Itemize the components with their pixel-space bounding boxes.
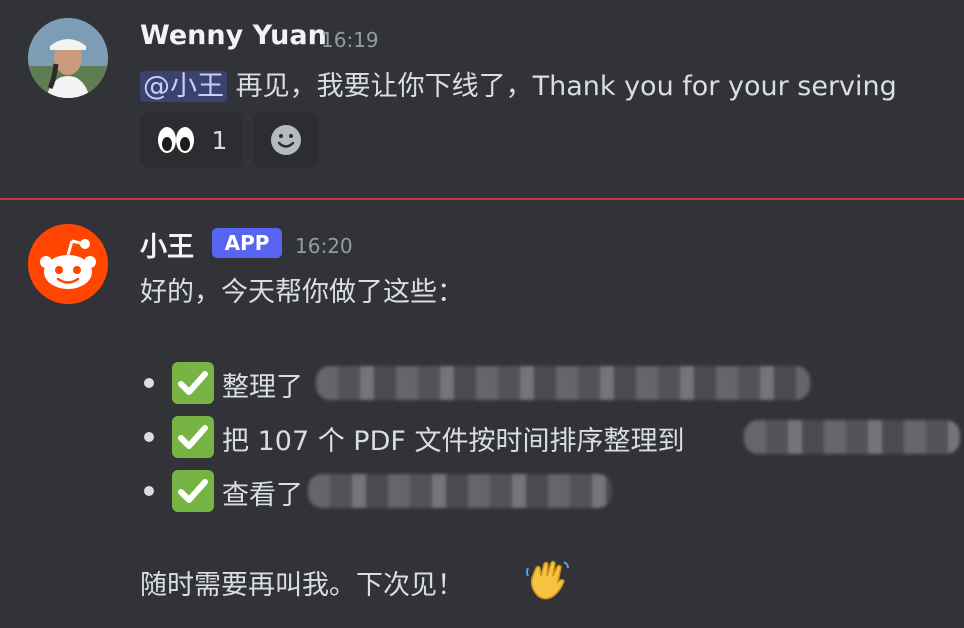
list-item: 查看了: [140, 470, 620, 512]
reaction-count: 1: [211, 125, 228, 155]
user-photo-avatar: [28, 18, 108, 98]
new-messages-divider: [0, 198, 964, 200]
check-mark-icon: [172, 362, 214, 404]
author-name[interactable]: Wenny Yuan: [140, 20, 327, 51]
reaction-eyes[interactable]: 1: [140, 112, 243, 168]
bullet-dot: [144, 486, 154, 496]
list-item: 整理了: [140, 362, 840, 404]
message-intro: 好的，今天帮你做了这些：: [140, 277, 464, 308]
list-item-text: 查看了: [222, 480, 303, 511]
timestamp: 16:20: [295, 234, 353, 258]
app-badge: APP: [212, 228, 282, 258]
reddit-alien-icon: [28, 224, 108, 304]
smiley-icon: [271, 125, 301, 155]
check-mark-icon: [172, 416, 214, 458]
add-reaction-button[interactable]: [253, 112, 319, 168]
eyes-emoji-icon: [157, 127, 194, 153]
user-mention[interactable]: @小王: [140, 71, 227, 102]
redacted-text: [308, 474, 612, 508]
avatar[interactable]: [28, 18, 108, 98]
chat-view: Wenny Yuan 16:19 @小王 再见，我要让你下线了，Thank yo…: [0, 0, 964, 628]
avatar[interactable]: [28, 224, 108, 304]
author-name[interactable]: 小王: [140, 225, 194, 264]
message-closing: 随时需要再叫我。下次见！: [140, 570, 464, 601]
bullet-dot: [144, 378, 154, 388]
redacted-text: [316, 366, 810, 400]
timestamp: 16:19: [321, 28, 379, 52]
redacted-text: [744, 420, 960, 454]
list-item-text: 把 107 个 PDF 文件按时间排序整理到: [222, 426, 685, 457]
message-wenny: Wenny Yuan 16:19 @小王 再见，我要让你下线了，Thank yo…: [0, 0, 964, 190]
list-item: 把 107 个 PDF 文件按时间排序整理到: [140, 416, 964, 458]
list-item-text: 整理了: [222, 372, 303, 403]
message-body: 再见，我要让你下线了，Thank you for your serving: [235, 71, 897, 102]
message-text: @小王 再见，我要让你下线了，Thank you for your servin…: [140, 64, 897, 103]
check-mark-icon: [172, 470, 214, 512]
bullet-dot: [144, 432, 154, 442]
waving-hand-emoji: [524, 556, 570, 602]
